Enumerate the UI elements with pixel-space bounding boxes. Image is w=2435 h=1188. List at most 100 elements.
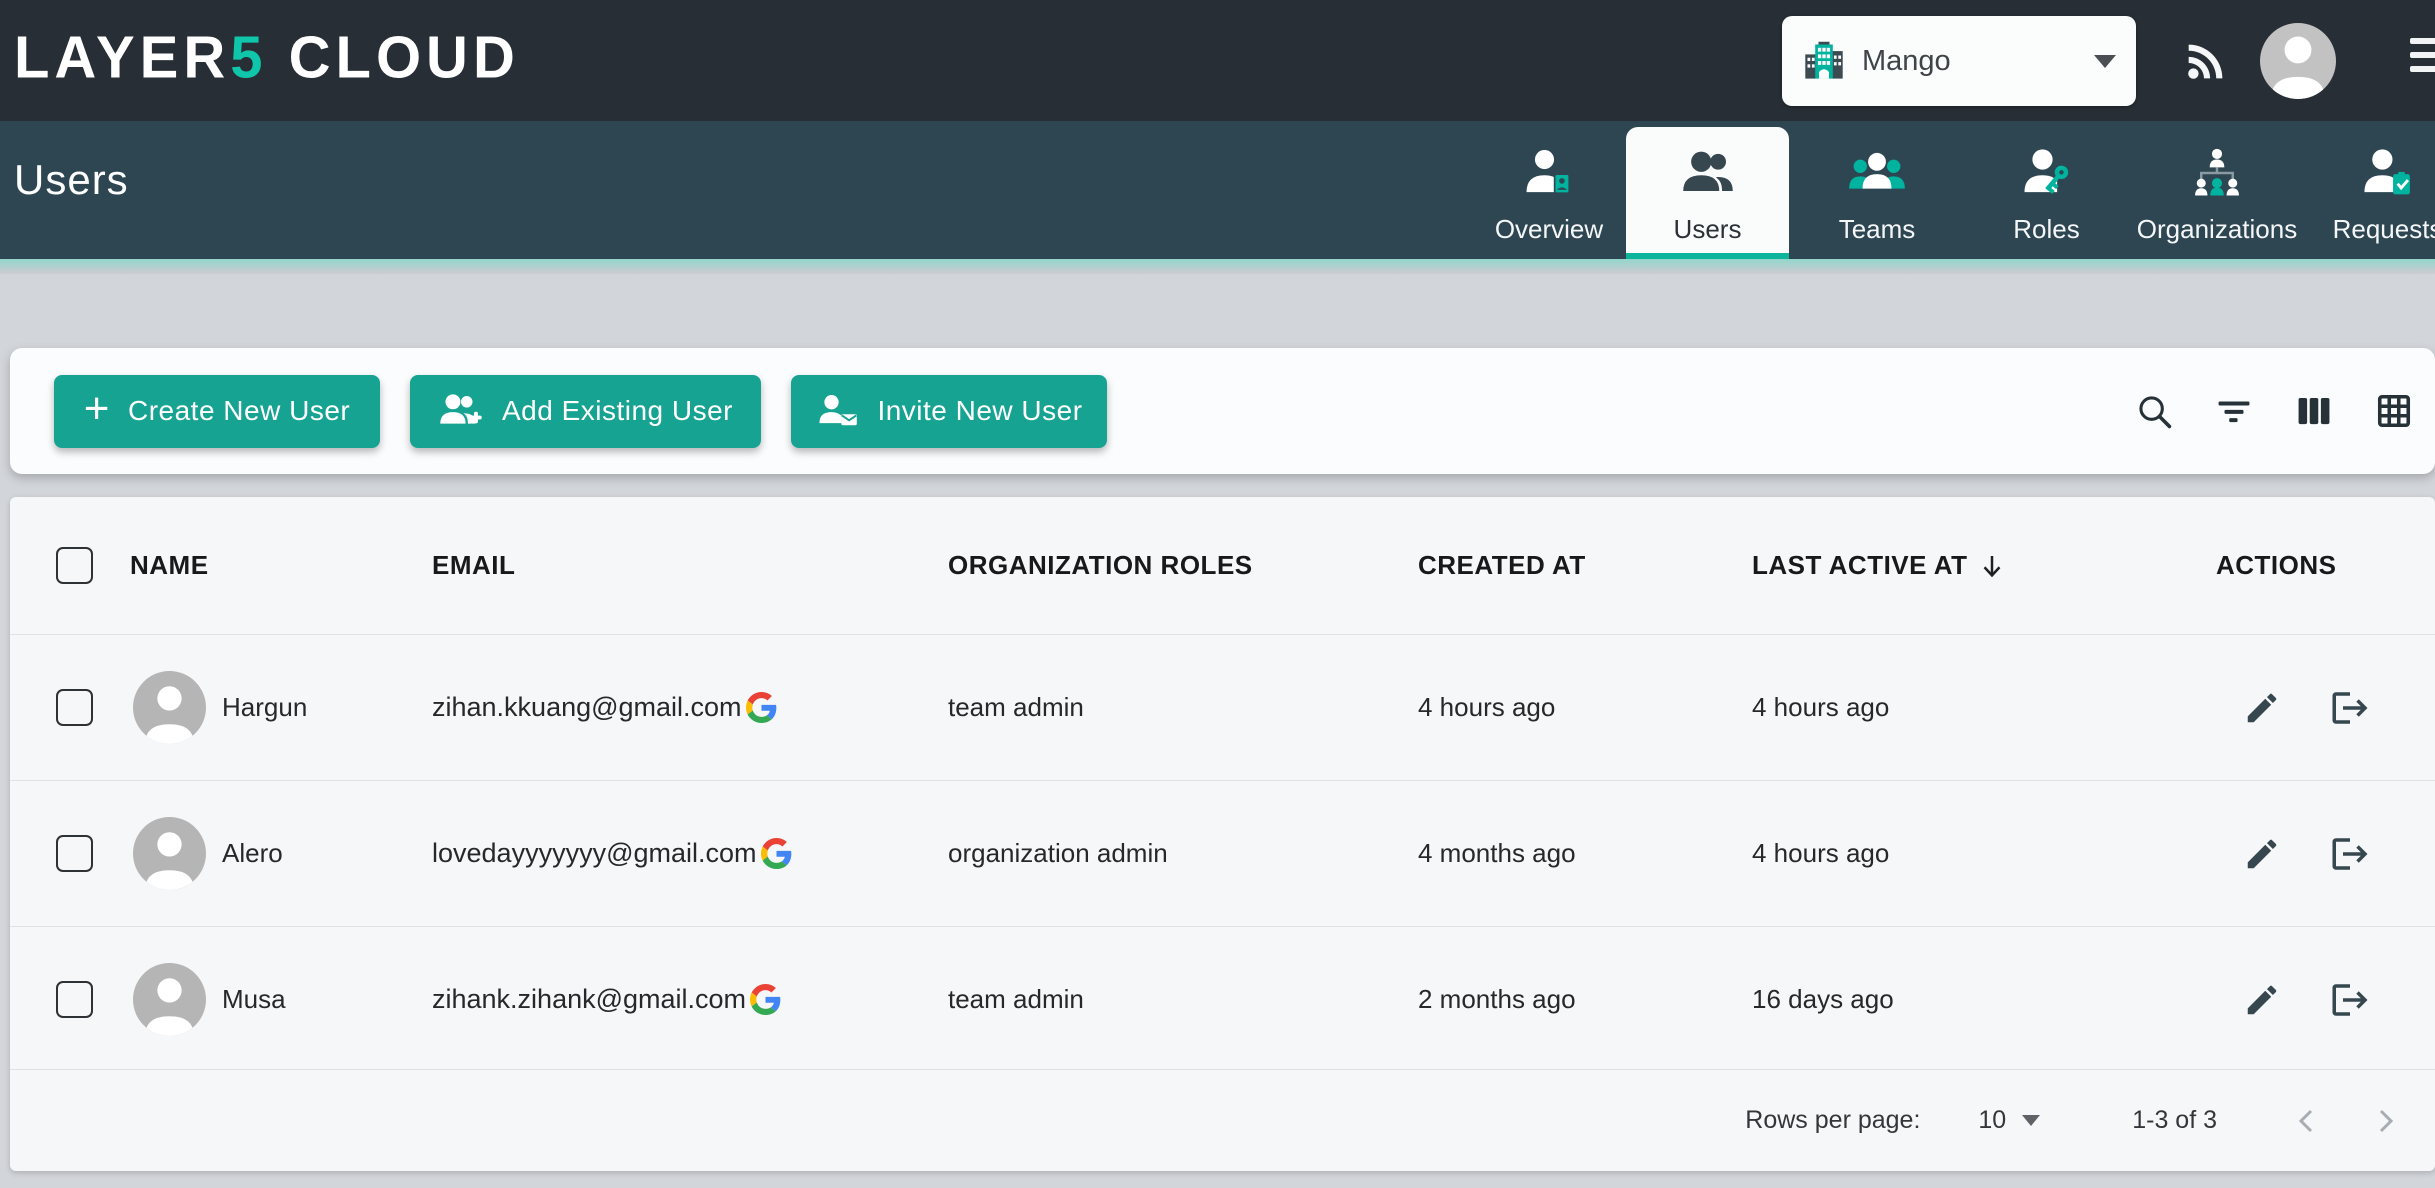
table-pagination: Rows per page: 10 1-3 of 3 xyxy=(10,1069,2435,1171)
user-email: zihank.zihank@gmail.com xyxy=(432,984,746,1015)
edit-user-button[interactable] xyxy=(2240,686,2284,730)
tab-label: Overview xyxy=(1495,214,1603,245)
hamburger-menu-icon[interactable] xyxy=(2410,38,2435,72)
column-header-created-at[interactable]: CREATED AT xyxy=(1418,550,1752,581)
building-icon xyxy=(1802,39,1846,83)
edit-user-button[interactable] xyxy=(2240,832,2284,876)
rows-per-page-select[interactable]: 10 xyxy=(1978,1106,2040,1135)
table-view-controls xyxy=(2135,392,2435,430)
page-title: Users xyxy=(14,156,129,204)
user-email: zihan.kkuang@gmail.com xyxy=(432,692,742,723)
table-row: Hargun zihan.kkuang@gmail.com team admin… xyxy=(10,634,2435,780)
edit-user-button[interactable] xyxy=(2240,978,2284,1022)
row-checkbox[interactable] xyxy=(56,689,93,726)
google-icon xyxy=(750,984,781,1015)
view-columns-icon[interactable] xyxy=(2295,392,2333,430)
table-header-row: NAME EMAIL ORGANIZATION ROLES CREATED AT… xyxy=(10,497,2435,634)
org-roles: organization admin xyxy=(948,838,1418,869)
next-page-button[interactable] xyxy=(2365,1101,2405,1141)
rows-per-page-value: 10 xyxy=(1978,1106,2006,1135)
chevron-down-icon xyxy=(2022,1115,2040,1126)
tab-label: Organizations xyxy=(2137,214,2297,245)
invite-new-user-button[interactable]: Invite New User xyxy=(791,375,1107,448)
remove-user-button[interactable] xyxy=(2328,832,2372,876)
button-label: Create New User xyxy=(128,395,350,427)
tab-users[interactable]: Users xyxy=(1626,127,1789,259)
tab-teams[interactable]: Teams xyxy=(1789,127,1965,259)
add-existing-user-button[interactable]: Add Existing User xyxy=(410,375,761,448)
top-app-bar: LAYER5 CLOUD Mango xyxy=(0,0,2435,121)
people-icon xyxy=(1681,138,1735,208)
last-active-at: 4 hours ago xyxy=(1752,838,2216,869)
chevron-left-icon xyxy=(2291,1105,2323,1137)
user-avatar-button[interactable] xyxy=(2260,0,2336,121)
groups-icon xyxy=(1848,138,1906,208)
tab-roles[interactable]: Roles xyxy=(1965,127,2128,259)
org-hierarchy-icon xyxy=(2190,138,2244,208)
created-at: 4 months ago xyxy=(1418,838,1752,869)
tab-organizations[interactable]: Organizations xyxy=(2128,127,2306,259)
button-label: Add Existing User xyxy=(502,395,733,427)
created-at: 2 months ago xyxy=(1418,984,1752,1015)
user-name: Musa xyxy=(222,984,286,1015)
search-icon[interactable] xyxy=(2135,392,2173,430)
person-badge-icon xyxy=(1522,138,1576,208)
tab-label: Requests xyxy=(2333,214,2435,245)
sort-desc-icon xyxy=(1977,551,2007,581)
nav-tabs: Overview Users xyxy=(1472,127,2435,259)
person-mail-icon xyxy=(815,391,859,431)
column-header-last-active-at[interactable]: LAST ACTIVE AT xyxy=(1752,550,2216,581)
person-key-icon xyxy=(2020,138,2074,208)
table-toolbar: + Create New User Add Existing User xyxy=(10,348,2435,474)
user-email: lovedayyyyyyy@gmail.com xyxy=(432,838,757,869)
users-nav-bar: Users Overview xyxy=(0,121,2435,259)
org-roles: team admin xyxy=(948,984,1418,1015)
column-header-org-roles[interactable]: ORGANIZATION ROLES xyxy=(948,550,1418,581)
nav-gradient-strip xyxy=(0,259,2435,275)
column-header-actions: ACTIONS xyxy=(2216,550,2435,581)
rows-per-page-label: Rows per page: xyxy=(1745,1106,1920,1135)
avatar xyxy=(2260,23,2336,99)
remove-user-button[interactable] xyxy=(2328,978,2372,1022)
created-at: 4 hours ago xyxy=(1418,692,1752,723)
column-header-name[interactable]: NAME xyxy=(130,550,432,581)
avatar xyxy=(133,671,206,744)
logo-cloud-text: CLOUD xyxy=(268,24,520,90)
tab-label: Teams xyxy=(1839,214,1916,245)
google-icon xyxy=(746,692,777,723)
create-new-user-button[interactable]: + Create New User xyxy=(54,375,380,448)
last-active-at: 16 days ago xyxy=(1752,984,2216,1015)
chevron-down-icon xyxy=(2094,55,2116,68)
rss-feed-button[interactable] xyxy=(2180,0,2232,121)
last-active-at: 4 hours ago xyxy=(1752,692,2216,723)
column-header-email[interactable]: EMAIL xyxy=(432,550,948,581)
selected-organization-label: Mango xyxy=(1862,45,1951,78)
table-row: Musa zihank.zihank@gmail.com team admin … xyxy=(10,926,2435,1072)
organization-selector[interactable]: Mango xyxy=(1782,16,2136,106)
button-label: Invite New User xyxy=(877,395,1082,427)
grid-view-icon[interactable] xyxy=(2375,392,2413,430)
user-name: Hargun xyxy=(222,692,307,723)
filter-icon[interactable] xyxy=(2215,392,2253,430)
users-table: NAME EMAIL ORGANIZATION ROLES CREATED AT… xyxy=(10,497,2435,1171)
tab-requests[interactable]: Requests xyxy=(2306,127,2435,259)
avatar xyxy=(133,963,206,1036)
google-icon xyxy=(761,838,792,869)
previous-page-button[interactable] xyxy=(2287,1101,2327,1141)
select-all-checkbox[interactable] xyxy=(56,547,93,584)
tab-overview[interactable]: Overview xyxy=(1472,127,1626,259)
logo-layer-text: LAYER xyxy=(14,24,230,90)
pagination-range: 1-3 of 3 xyxy=(2132,1106,2217,1135)
tab-label: Users xyxy=(1674,214,1742,245)
row-checkbox[interactable] xyxy=(56,981,93,1018)
row-checkbox[interactable] xyxy=(56,835,93,872)
person-clipboard-check-icon xyxy=(2361,138,2415,208)
chevron-right-icon xyxy=(2369,1105,2401,1137)
table-row: Alero lovedayyyyyyy@gmail.com organizati… xyxy=(10,780,2435,926)
layer5-cloud-logo: LAYER5 CLOUD xyxy=(14,23,520,91)
remove-user-button[interactable] xyxy=(2328,686,2372,730)
rss-icon xyxy=(2180,35,2232,87)
logo-five-text: 5 xyxy=(230,24,267,90)
avatar xyxy=(133,817,206,890)
org-roles: team admin xyxy=(948,692,1418,723)
